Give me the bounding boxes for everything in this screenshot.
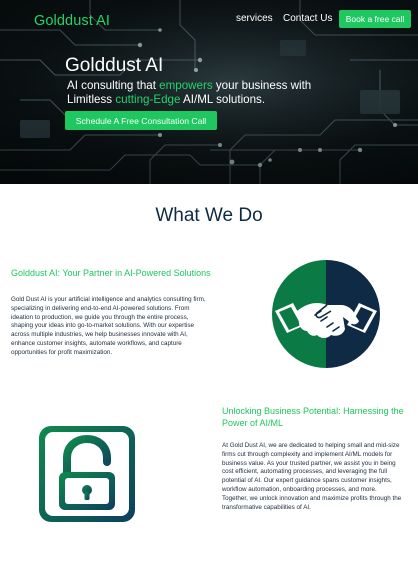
nav-services-link[interactable]: services xyxy=(236,13,273,24)
tagline-text: Limitless xyxy=(67,93,116,106)
tagline-text: AI/ML solutions. xyxy=(180,93,266,106)
service-1-title: Golddust AI: Your Partner in AI-Powered … xyxy=(11,268,211,278)
service-2-title: Unlocking Business Potential: Harnessing… xyxy=(222,406,404,428)
hero-tagline-line-2: Limitless cutting-Edge AI/ML solutions. xyxy=(67,93,265,106)
service-2-description: At Gold Dust AI, we are dedicated to hel… xyxy=(222,442,402,511)
hero-tagline-line-1: AI consulting that empowers your busines… xyxy=(67,79,311,92)
what-we-do-heading: What We Do xyxy=(155,205,263,226)
schedule-consultation-button[interactable]: Schedule A Free Consultation Call xyxy=(65,111,217,130)
tagline-text: AI consulting that xyxy=(67,79,160,92)
tagline-highlight: cutting-Edge xyxy=(115,93,181,106)
handshake-icon xyxy=(272,260,380,368)
nav-contact-link[interactable]: Contact Us xyxy=(283,13,332,24)
hero-title: Golddust AI xyxy=(65,55,164,76)
hero-banner: Golddust AI services Contact Us Book a f… xyxy=(0,0,418,184)
book-free-call-button[interactable]: Book a free call xyxy=(339,10,411,28)
tagline-highlight: empowers xyxy=(159,79,213,92)
tagline-text: your business with xyxy=(212,79,312,92)
brand-logo[interactable]: Golddust AI xyxy=(34,13,110,29)
unlock-icon xyxy=(39,426,135,522)
service-1-description: Gold Dust AI is your artificial intellig… xyxy=(11,296,206,356)
